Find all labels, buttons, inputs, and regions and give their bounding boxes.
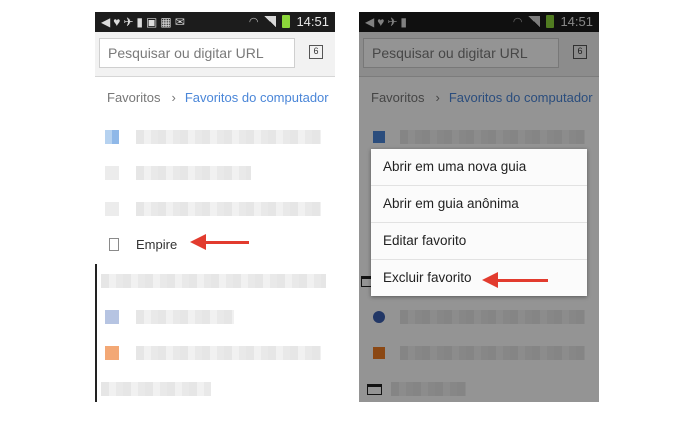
tab-switcher-button[interactable]: 6: [309, 45, 323, 59]
menu-item-open-new-tab[interactable]: Abrir em uma nova guia: [371, 149, 587, 186]
bookmark-row-empire[interactable]: Empire: [95, 227, 335, 263]
favicon: [105, 310, 119, 324]
blurred-bookmark-title: [101, 274, 326, 288]
wifi-icon: ◠: [248, 16, 259, 28]
battery-icon: [282, 15, 291, 28]
blurred-bookmark-title: [136, 202, 321, 216]
menu-item-edit-bookmark[interactable]: Editar favorito: [371, 223, 587, 260]
favicon: [105, 166, 119, 180]
breadcrumb: Favoritos › Favoritos do computador: [107, 90, 329, 105]
menu-item-delete-bookmark[interactable]: Excluir favorito: [371, 260, 587, 296]
browser-toolbar: Pesquisar ou digitar URL 6: [95, 32, 335, 77]
signal-icon: [264, 16, 277, 27]
bookmark-row[interactable]: [95, 263, 335, 299]
chevron-right-icon: ›: [171, 90, 176, 105]
status-bar: ◀♥✈▮▣▦✉ ◠ 14:51: [95, 12, 335, 32]
bookmark-row[interactable]: [95, 335, 335, 371]
favicon: [105, 202, 119, 216]
status-time: 14:51: [296, 14, 329, 29]
phone-screen-context-menu: ◀♥✈▮ ◠ 14:51 Pesquisar ou digitar URL 6 …: [359, 12, 599, 402]
bookmark-row[interactable]: [95, 191, 335, 227]
page-icon: [109, 238, 119, 251]
phone-screen-bookmarks: ◀♥✈▮▣▦✉ ◠ 14:51 Pesquisar ou digitar URL…: [95, 12, 335, 402]
bookmark-row[interactable]: [95, 119, 335, 155]
blurred-bookmark-title: [136, 346, 321, 360]
bookmark-row[interactable]: [95, 371, 335, 402]
favicon: [105, 130, 119, 144]
breadcrumb-root[interactable]: Favoritos: [107, 90, 160, 105]
red-arrow-icon: [190, 234, 249, 250]
bookmark-row[interactable]: [95, 155, 335, 191]
favicon: [105, 346, 119, 360]
blurred-bookmark-title: [136, 130, 321, 144]
context-menu: Abrir em uma nova guia Abrir em guia anô…: [371, 149, 587, 296]
search-input[interactable]: Pesquisar ou digitar URL: [99, 38, 295, 68]
red-arrow-icon: [482, 272, 548, 288]
blurred-bookmark-title: [136, 310, 234, 324]
bookmark-row[interactable]: [95, 299, 335, 335]
blurred-bookmark-title: [101, 382, 211, 396]
blurred-bookmark-title: [136, 166, 251, 180]
notification-icons: ◀♥✈▮▣▦✉: [101, 15, 188, 29]
menu-item-open-incognito[interactable]: Abrir em guia anônima: [371, 186, 587, 223]
bookmark-title: Empire: [136, 237, 178, 252]
breadcrumb-current: Favoritos do computador: [184, 90, 329, 105]
